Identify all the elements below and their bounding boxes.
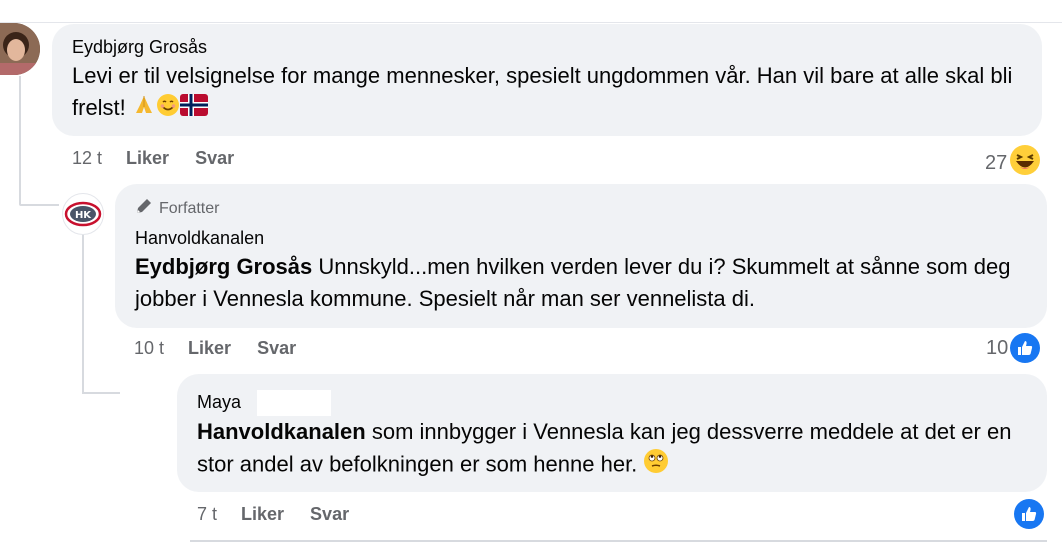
pen-icon [135, 197, 153, 220]
reply-button[interactable]: Svar [257, 338, 296, 359]
thread-line [19, 76, 21, 204]
norway-flag-icon [179, 93, 208, 125]
comment-text: Eydbjørg Grosås Unnskyld...men hvilken v… [135, 251, 1035, 315]
reply-button[interactable]: Svar [310, 504, 349, 525]
rolling-eyes-icon [643, 448, 669, 483]
reaction-summary[interactable] [1014, 499, 1044, 529]
reply-button[interactable]: Svar [195, 148, 234, 169]
reaction-count: 27 [985, 151, 1008, 174]
reaction-count: 10 [986, 336, 1009, 359]
author-badge-label: Forfatter [159, 199, 220, 217]
comment-actions: 7 t Liker Svar [197, 504, 375, 525]
bottom-divider [190, 540, 1047, 542]
like-icon [1010, 333, 1041, 363]
comment-bubble: Forfatter Hanvoldkanalen Eydbjørg Grosås… [115, 184, 1047, 328]
avatar[interactable]: HK [62, 193, 104, 235]
like-button[interactable]: Liker [188, 338, 231, 359]
smiling-face-icon [156, 93, 180, 126]
comment-bubble: Maya Hanvoldkanalen som innbygger i Venn… [177, 374, 1047, 492]
mention-link[interactable]: Hanvoldkanalen [197, 419, 366, 444]
comment-actions: 10 t Liker Svar [134, 338, 322, 359]
thread-line [82, 392, 120, 394]
haha-icon [1009, 144, 1041, 182]
mention-link[interactable]: Eydbjørg Grosås [135, 254, 312, 279]
redaction [257, 390, 331, 416]
reaction-summary[interactable]: 27 [985, 144, 1041, 182]
comment-bubble: Eydbjørg Grosås Levi er til velsignelse … [52, 24, 1042, 136]
top-divider [0, 22, 1062, 23]
comment-body: Levi er til velsignelse for mange mennes… [72, 63, 1013, 120]
like-button[interactable]: Liker [126, 148, 169, 169]
reaction-summary[interactable]: 10 [986, 333, 1041, 363]
comment-author[interactable]: Eydbjørg Grosås [72, 37, 207, 58]
comment-actions: 12 t Liker Svar [72, 148, 260, 169]
author-badge: Forfatter [135, 197, 219, 220]
avatar-text: HK [75, 210, 92, 221]
comment-text: Levi er til velsignelse for mange mennes… [72, 60, 1022, 126]
comment-timestamp[interactable]: 12 t [72, 148, 102, 169]
thread-line [19, 204, 59, 206]
comment-author[interactable]: Hanvoldkanalen [135, 228, 264, 249]
comment-timestamp[interactable]: 10 t [134, 338, 164, 359]
comment-author[interactable]: Maya [197, 392, 241, 413]
comment-text: Hanvoldkanalen som innbygger i Vennesla … [197, 416, 1037, 483]
comment-timestamp[interactable]: 7 t [197, 504, 217, 525]
praying-hands-icon [132, 93, 156, 126]
like-button[interactable]: Liker [241, 504, 284, 525]
like-icon [1014, 499, 1044, 529]
avatar[interactable] [0, 23, 40, 75]
thread-line [82, 232, 84, 392]
